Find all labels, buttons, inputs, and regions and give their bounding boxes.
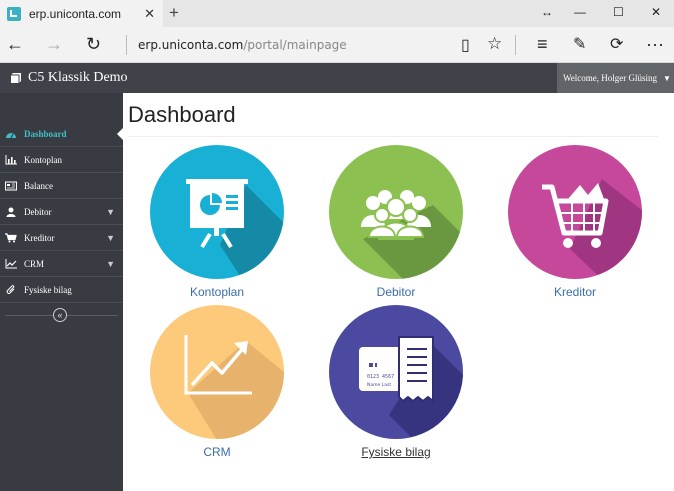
title-divider xyxy=(128,136,658,137)
line-chart-icon xyxy=(5,258,17,269)
sidebar-item-label: Balance xyxy=(24,180,53,191)
forward-arrow-icon[interactable]: → xyxy=(45,34,63,55)
refresh-icon[interactable]: ↻ xyxy=(86,34,101,55)
sidebar-item-label: Kontoplan xyxy=(24,154,62,165)
more-icon[interactable]: ··· xyxy=(646,34,664,55)
window-close-icon[interactable]: ✕ xyxy=(651,5,661,19)
book-icon xyxy=(11,73,21,83)
tile-label: CRM xyxy=(203,445,231,459)
paperclip-icon xyxy=(5,284,17,295)
address-host: erp.uniconta.com xyxy=(138,38,244,52)
caret-down-icon: ▼ xyxy=(663,73,671,83)
sidebar-item-fysiske-bilag[interactable]: Fysiske bilag xyxy=(0,277,123,303)
favorite-star-icon[interactable]: ☆ xyxy=(487,34,502,54)
maximize-icon[interactable]: ☐ xyxy=(613,5,624,19)
sidebar-item-dashboard[interactable]: Dashboard xyxy=(0,121,124,147)
presentation-icon xyxy=(150,145,284,279)
chevron-down-icon: ▼ xyxy=(106,233,115,243)
back-arrow-icon[interactable]: ← xyxy=(6,34,24,55)
page-title: Dashboard xyxy=(128,102,236,127)
card-name: Name Last xyxy=(367,382,391,388)
share-icon[interactable]: ⟳ xyxy=(610,34,623,54)
sidebar-item-label: Debitor xyxy=(24,206,52,217)
dashboard-icon xyxy=(5,129,17,139)
card-number: 0123 4567 xyxy=(367,374,394,380)
user-menu[interactable]: Welcome, Holger Glüsing ▼ xyxy=(557,63,674,93)
chevron-down-icon: ▼ xyxy=(106,207,115,217)
sidebar-item-label: CRM xyxy=(24,258,45,269)
separator xyxy=(515,35,516,55)
tile-crm[interactable]: CRM xyxy=(147,305,287,459)
tile-debitor[interactable]: Debitor xyxy=(326,145,466,299)
address-path: /portal/mainpage xyxy=(243,38,347,52)
group-icon xyxy=(329,145,463,279)
sidebar-item-balance[interactable]: Balance xyxy=(0,173,123,199)
sidebar-item-debitor[interactable]: Debitor ▼ xyxy=(0,199,123,225)
tile-label: Kontoplan xyxy=(189,285,245,299)
minimize-icon[interactable]: — xyxy=(574,5,586,19)
browser-tab-bar: erp.uniconta.com ✕ + ↔ — ☐ ✕ xyxy=(0,0,674,27)
main-content: Dashboard Kontoplan Debitor Kreditor CRM… xyxy=(123,93,674,491)
welcome-text: Welcome, Holger Glüsing xyxy=(563,73,658,83)
sidebar-item-crm[interactable]: CRM ▼ xyxy=(0,251,123,277)
address-bar[interactable]: erp.uniconta.com/portal/mainpage xyxy=(138,38,347,52)
uniconta-favicon-icon xyxy=(7,6,21,21)
hub-icon[interactable]: ≡ xyxy=(537,34,548,55)
tab-close-icon[interactable]: ✕ xyxy=(144,6,155,22)
balance-icon xyxy=(5,181,17,191)
app-header: C5 Klassik Demo Welcome, Holger Glüsing … xyxy=(0,63,674,93)
tile-label[interactable]: Fysiske bilag xyxy=(326,445,466,459)
user-icon xyxy=(5,207,17,217)
tile-label: Kreditor xyxy=(553,285,597,299)
bar-chart-icon xyxy=(5,154,17,165)
sidebar-item-label: Dashboard xyxy=(24,128,67,139)
browser-tab[interactable]: erp.uniconta.com ✕ xyxy=(0,0,163,27)
sidebar-item-label: Fysiske bilag xyxy=(24,284,72,295)
tile-kreditor[interactable]: Kreditor xyxy=(505,145,645,299)
web-note-icon[interactable]: ✎ xyxy=(573,34,586,54)
sidebar: Dashboard Kontoplan Balance Debitor ▼ Kr… xyxy=(0,93,124,491)
sidebar-item-label: Kreditor xyxy=(24,232,55,243)
tile-label: Debitor xyxy=(376,285,416,299)
brand[interactable]: C5 Klassik Demo xyxy=(10,70,128,86)
tab-preview-icon[interactable]: ↔ xyxy=(541,5,553,19)
chevron-down-icon: ▼ xyxy=(106,259,115,269)
sidebar-item-kontoplan[interactable]: Kontoplan xyxy=(0,147,123,173)
shopping-cart-icon xyxy=(508,145,642,279)
reading-view-icon[interactable]: ▯ xyxy=(461,35,470,55)
tab-title: erp.uniconta.com xyxy=(29,6,122,21)
cart-icon xyxy=(5,232,17,243)
brand-name: C5 Klassik Demo xyxy=(28,70,128,85)
sidebar-item-kreditor[interactable]: Kreditor ▼ xyxy=(0,225,123,251)
card-receipt-icon: 0123 4567 Name Last xyxy=(329,305,463,439)
separator xyxy=(126,35,127,55)
new-tab-button[interactable]: + xyxy=(169,3,179,23)
browser-nav-bar: ← → ↻ erp.uniconta.com/portal/mainpage ▯… xyxy=(0,27,674,63)
trend-chart-icon xyxy=(150,305,284,439)
collapse-sidebar-button[interactable]: « xyxy=(53,308,67,322)
tile-kontoplan[interactable]: Kontoplan xyxy=(147,145,287,299)
tile-fysiske-bilag[interactable]: 0123 4567 Name Last Fysiske bilag xyxy=(326,305,466,459)
